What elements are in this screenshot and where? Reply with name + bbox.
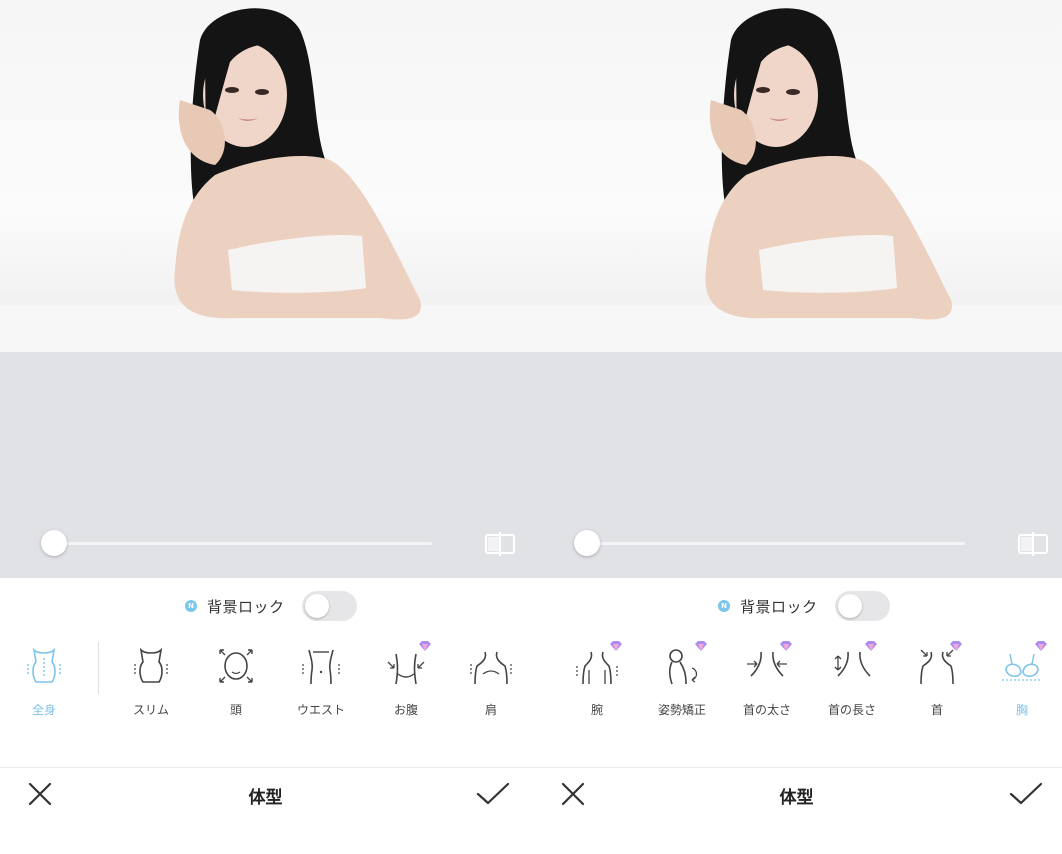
tool-label: 姿勢矯正 xyxy=(657,703,706,717)
model-photo xyxy=(531,8,1062,352)
tool-label: 肩 xyxy=(484,703,497,717)
new-badge: N xyxy=(718,600,730,612)
bottom-separator xyxy=(0,767,531,768)
check-icon xyxy=(476,782,510,805)
tool-neck[interactable]: 首 xyxy=(902,641,972,720)
toggle-knob xyxy=(838,594,862,618)
premium-gem-icon xyxy=(865,641,877,651)
background-lock-label: 背景ロック xyxy=(207,597,285,616)
bottom-separator xyxy=(531,767,1062,768)
photo-preview[interactable] xyxy=(531,0,1062,352)
apply-button[interactable] xyxy=(475,780,511,808)
intensity-slider-knob[interactable] xyxy=(41,530,67,556)
compare-button[interactable] xyxy=(484,531,516,557)
tool-label: 全身 xyxy=(31,703,56,717)
compare-icon xyxy=(485,532,515,556)
intensity-slider-track[interactable] xyxy=(587,542,965,545)
head-icon xyxy=(219,649,253,683)
tool-label: お腹 xyxy=(393,703,418,717)
photo-preview[interactable] xyxy=(0,0,531,352)
tool-label: 首の長さ xyxy=(827,703,876,717)
background-lock-row: N 背景ロック xyxy=(185,590,285,622)
premium-gem-icon xyxy=(419,641,431,651)
shoulder-icon xyxy=(470,651,512,685)
tool-label: 首 xyxy=(930,703,943,717)
background-lock-label: 背景ロック xyxy=(740,597,818,616)
tool-chest[interactable]: 胸 xyxy=(987,641,1057,720)
check-icon xyxy=(1009,782,1043,805)
background-lock-toggle[interactable] xyxy=(302,591,357,621)
apply-button[interactable] xyxy=(1008,780,1044,808)
editor-screen-right: N 背景ロック 腕 姿勢矯正 首の太さ 首の長さ 首 胸 体型 xyxy=(531,0,1062,854)
background-lock-row: N 背景ロック xyxy=(718,590,818,622)
tool-label: ウエスト xyxy=(296,703,345,717)
screens-root: N 背景ロック 全身 スリム 頭 ウエスト お腹 肩 体型 N 背景ロック 腕 … xyxy=(0,0,1062,854)
tool-slim[interactable]: スリム xyxy=(116,644,186,720)
tool-label: 胸 xyxy=(1015,703,1028,717)
background-lock-toggle[interactable] xyxy=(835,591,890,621)
tool-belly[interactable]: お腹 xyxy=(371,641,441,720)
tool-posture[interactable]: 姿勢矯正 xyxy=(647,641,717,720)
premium-gem-icon xyxy=(780,641,792,651)
tool-label: 首の太さ xyxy=(742,703,791,717)
editor-screen-left: N 背景ロック 全身 スリム 頭 ウエスト お腹 肩 体型 xyxy=(0,0,531,854)
compare-button[interactable] xyxy=(1017,531,1049,557)
premium-gem-icon xyxy=(1035,641,1047,651)
tool-label: スリム xyxy=(132,703,169,717)
compare-icon xyxy=(1018,532,1048,556)
slim-torso-icon xyxy=(134,647,168,683)
premium-gem-icon xyxy=(610,641,622,651)
new-badge: N xyxy=(185,600,197,612)
premium-gem-icon xyxy=(695,641,707,651)
tool-neck-length[interactable]: 首の長さ xyxy=(817,641,887,720)
tool-head[interactable]: 頭 xyxy=(201,644,271,720)
tool-divider xyxy=(98,642,99,694)
toggle-knob xyxy=(305,594,329,618)
intensity-slider-track[interactable] xyxy=(54,542,432,545)
waist-icon xyxy=(302,649,340,685)
intensity-slider-knob[interactable] xyxy=(574,530,600,556)
bottom-title: 体型 xyxy=(248,788,283,808)
premium-gem-icon xyxy=(950,641,962,651)
tool-arm[interactable]: 腕 xyxy=(562,641,632,720)
tool-label: 頭 xyxy=(229,703,242,717)
tool-shoulder[interactable]: 肩 xyxy=(456,644,526,720)
tool-label: 腕 xyxy=(590,703,603,717)
bottom-title: 体型 xyxy=(779,788,814,808)
tool-neck-width[interactable]: 首の太さ xyxy=(732,641,802,720)
tool-waist[interactable]: ウエスト xyxy=(286,644,356,720)
tool-full-body[interactable]: 全身 xyxy=(9,644,79,720)
full-body-icon xyxy=(27,647,61,683)
model-photo xyxy=(0,8,531,352)
